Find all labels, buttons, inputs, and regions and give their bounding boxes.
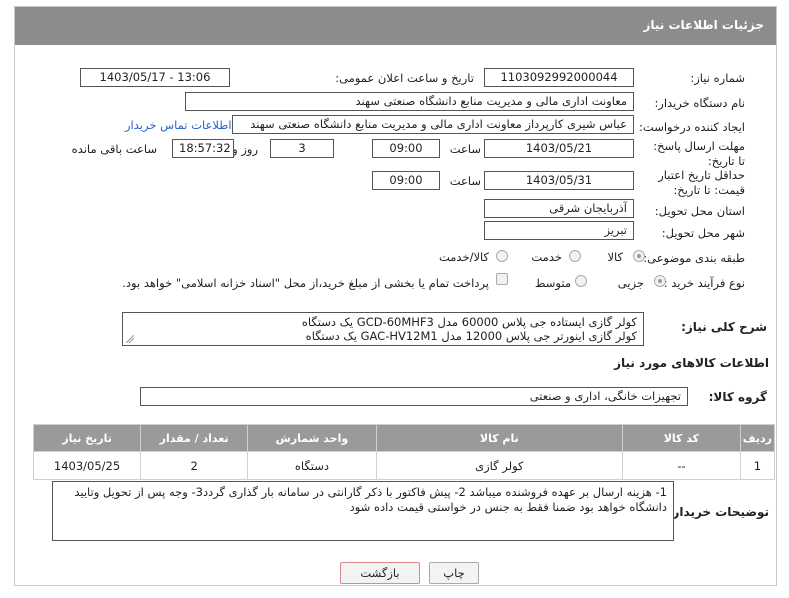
days-label: روز و bbox=[232, 142, 258, 156]
province-field[interactable]: آذربایجان شرقی bbox=[484, 199, 634, 218]
deadline-date-field[interactable]: 1403/05/21 bbox=[484, 139, 634, 158]
col-name: نام کالا bbox=[375, 424, 623, 452]
buyer-contact-link[interactable]: اطلاعات تماس خریدار bbox=[125, 118, 232, 132]
creator-field[interactable]: عباس شیری کارپرداز معاونت اداری مالی و م… bbox=[232, 115, 634, 134]
cell-name: کولر گازی bbox=[375, 451, 623, 480]
validity-time-field[interactable]: 09:00 bbox=[372, 171, 440, 190]
city-label: شهر محل تحویل: bbox=[661, 226, 745, 240]
cell-row: 1 bbox=[739, 451, 776, 480]
goods-section-title: اطلاعات کالاهای مورد نیاز bbox=[614, 356, 769, 370]
days-field[interactable]: 3 bbox=[270, 139, 334, 158]
payment-note: پرداخت تمام یا بخشی از مبلغ خرید،از محل … bbox=[122, 276, 489, 290]
back-button[interactable]: بازگشت bbox=[340, 562, 420, 584]
print-button[interactable]: چاپ bbox=[429, 562, 479, 584]
deadline-time-field[interactable]: 09:00 bbox=[372, 139, 440, 158]
category-option-goods: کالا bbox=[607, 250, 623, 264]
resize-grip-icon[interactable] bbox=[126, 335, 134, 343]
deadline-label: مهلت ارسال پاسخ: تا تاریخ: bbox=[653, 139, 745, 168]
province-label: استان محل تحویل: bbox=[654, 204, 745, 218]
remaining-time-field[interactable]: 18:57:32 bbox=[172, 139, 234, 158]
process-label: نوع فرآیند خرید : bbox=[663, 276, 745, 290]
deadline-time-label: ساعت bbox=[449, 142, 481, 156]
col-qty: تعداد / مقدار bbox=[140, 424, 249, 452]
category-label: طبقه بندی موضوعی: bbox=[643, 251, 745, 265]
col-unit: واحد شمارش bbox=[247, 424, 377, 452]
city-field[interactable]: تبریز bbox=[484, 221, 634, 240]
creator-label: ایجاد کننده درخواست: bbox=[639, 120, 745, 134]
announce-label: تاریخ و ساعت اعلان عمومی: bbox=[335, 71, 474, 85]
panel-header: جزئیات اطلاعات نیاز bbox=[15, 7, 776, 45]
goods-group-field[interactable]: تجهیزات خانگی، اداری و صنعتی bbox=[140, 387, 688, 406]
goods-table-header: ردیف کد کالا نام کالا واحد شمارش تعداد /… bbox=[32, 424, 776, 452]
cell-unit: دستگاه bbox=[247, 451, 377, 480]
description-textarea[interactable]: کولر گازی ایستاده جی پلاس 60000 مدل GCD-… bbox=[122, 312, 644, 346]
description-line-1: کولر گازی ایستاده جی پلاس 60000 مدل GCD-… bbox=[301, 315, 637, 329]
buyer-field[interactable]: معاونت اداری مالی و مدیریت منابع دانشگاه… bbox=[185, 92, 634, 111]
validity-time-label: ساعت bbox=[449, 174, 481, 188]
process-radio-minor[interactable] bbox=[654, 275, 666, 287]
buyer-notes-textarea[interactable]: 1- هزینه ارسال بر عهده فروشنده میباشد 2-… bbox=[52, 481, 674, 541]
goods-group-label: گروه کالا: bbox=[708, 390, 767, 404]
category-option-service: خدمت bbox=[531, 250, 562, 264]
category-option-both: کالا/خدمت bbox=[438, 250, 489, 264]
process-option-medium: متوسط bbox=[534, 276, 571, 290]
description-line-2: کولر گازی اینورتر جی پلاس 12000 مدل GAC-… bbox=[305, 329, 637, 343]
description-label: شرح کلی نیاز: bbox=[681, 320, 767, 334]
announce-field[interactable]: 1403/05/17 - 13:06 bbox=[80, 68, 230, 87]
col-row: ردیف bbox=[739, 424, 776, 452]
col-code: کد کالا bbox=[621, 424, 741, 452]
category-radio-service[interactable] bbox=[569, 250, 581, 262]
category-radio-both[interactable] bbox=[496, 250, 508, 262]
buyer-notes-label: توضیحات خریدار: bbox=[667, 505, 769, 519]
treasury-payment-checkbox[interactable] bbox=[496, 273, 508, 285]
cell-code: -- bbox=[621, 451, 741, 480]
remaining-label: ساعت باقی مانده bbox=[71, 142, 157, 156]
process-option-minor: جزیی bbox=[617, 276, 644, 290]
process-radio-medium[interactable] bbox=[575, 275, 587, 287]
need-number-label: شماره نیاز: bbox=[690, 71, 745, 85]
category-radio-goods[interactable] bbox=[633, 250, 645, 262]
validity-label: حداقل تاریخ اعتبار قیمت: تا تاریخ: bbox=[658, 168, 745, 197]
buyer-label: نام دستگاه خریدار: bbox=[654, 96, 745, 110]
need-number-field[interactable]: 1103092992000044 bbox=[484, 68, 634, 87]
validity-date-field[interactable]: 1403/05/31 bbox=[484, 171, 634, 190]
cell-date: 1403/05/25 bbox=[32, 451, 142, 480]
page-title: جزئیات اطلاعات نیاز bbox=[643, 18, 764, 32]
cell-qty: 2 bbox=[140, 451, 249, 480]
col-date: تاریخ نیاز bbox=[32, 424, 142, 452]
goods-table: ردیف کد کالا نام کالا واحد شمارش تعداد /… bbox=[32, 424, 776, 480]
table-row[interactable]: 1 -- کولر گازی دستگاه 2 1403/05/25 bbox=[32, 451, 776, 480]
